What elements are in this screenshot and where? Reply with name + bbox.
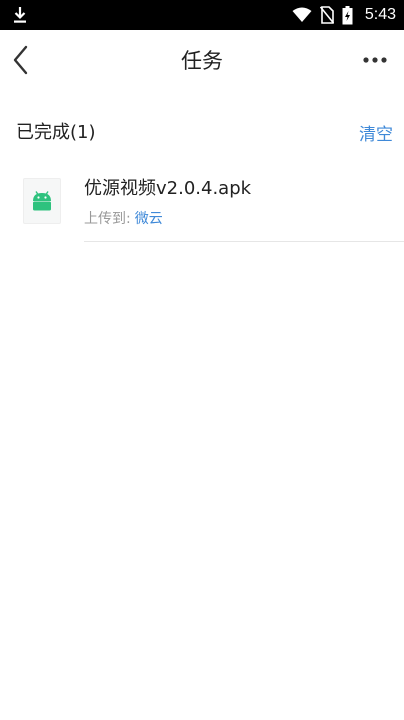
task-screen: 5:43 任务 已完成(1) 清空 优源视频v2.0.4.apk 上传到: 微云	[0, 0, 404, 720]
status-time: 5:43	[364, 6, 396, 23]
file-name: 优源视频v2.0.4.apk	[84, 178, 252, 199]
download-icon	[14, 7, 26, 23]
section-title: 已完成(1)	[16, 122, 96, 143]
android-icon	[33, 191, 51, 211]
more-dots-icon	[363, 57, 387, 63]
status-bar: 5:43	[0, 0, 404, 30]
clear-button[interactable]: 清空	[359, 120, 393, 145]
file-thumbnail	[23, 178, 61, 224]
upload-label: 上传到:	[84, 211, 131, 227]
completed-section-header: 已完成(1) 清空	[0, 110, 404, 154]
title-bar: 任务	[0, 30, 404, 90]
task-list-item[interactable]: 优源视频v2.0.4.apk 上传到: 微云	[0, 166, 404, 242]
wifi-icon	[292, 7, 312, 22]
upload-target-link[interactable]: 微云	[135, 211, 163, 227]
no-sim-icon	[319, 6, 334, 24]
status-icons: 5:43	[292, 0, 396, 30]
page-title: 任务	[181, 49, 223, 73]
battery-icon	[342, 5, 353, 24]
item-divider	[84, 241, 404, 242]
upload-destination: 上传到: 微云	[84, 208, 163, 228]
more-options-button[interactable]	[358, 44, 394, 76]
